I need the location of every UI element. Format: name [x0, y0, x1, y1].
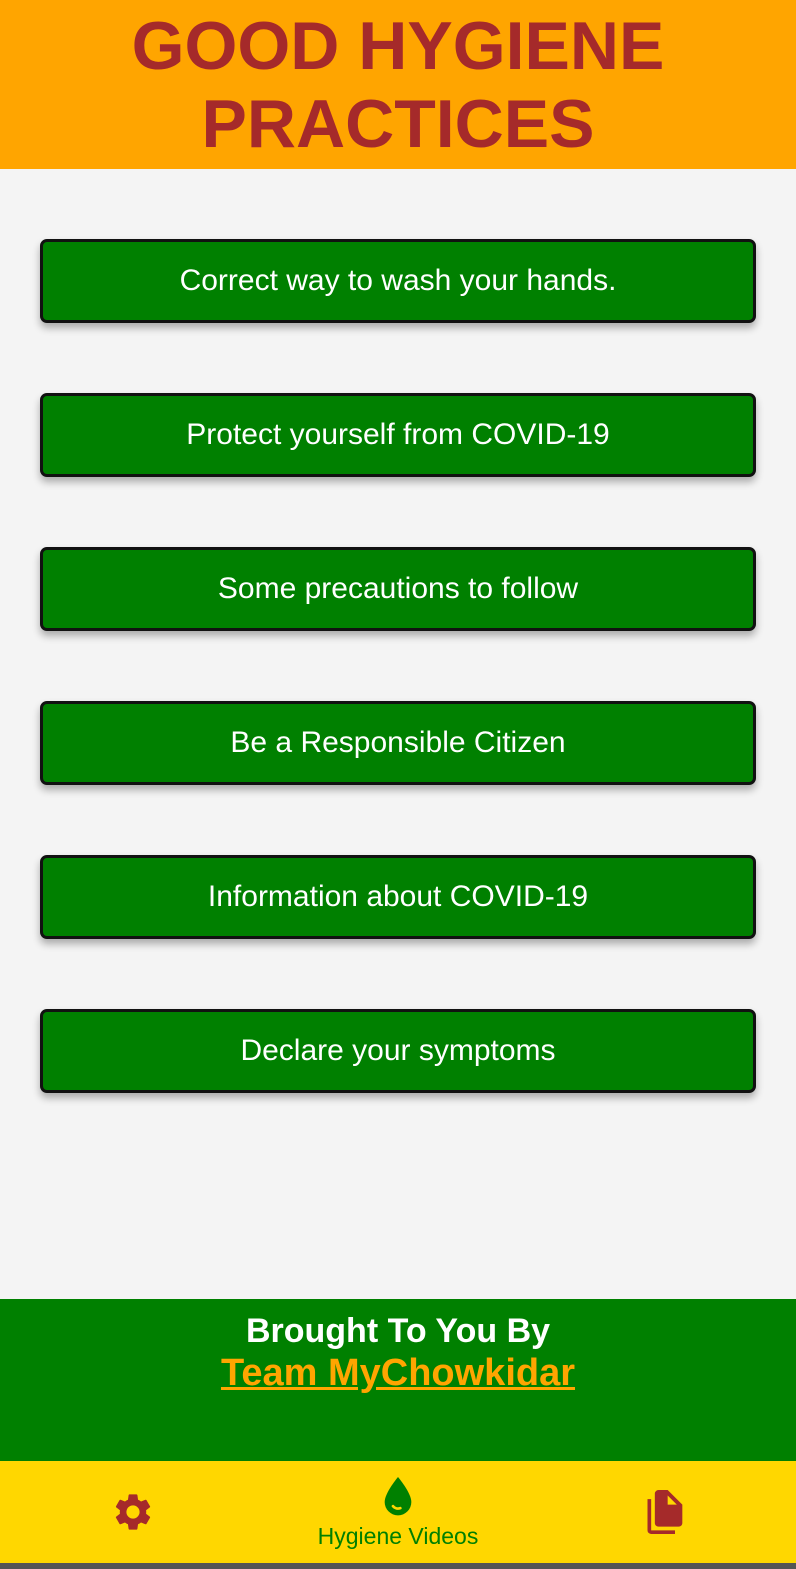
bottom-navigation: Hygiene Videos — [0, 1461, 796, 1563]
system-bar — [0, 1563, 796, 1569]
credit-banner: Brought To You By Team MyChowkidar — [0, 1299, 796, 1461]
nav-documents[interactable] — [624, 1461, 704, 1563]
declare-symptoms-button[interactable]: Declare your symptoms — [40, 1009, 756, 1093]
gear-icon — [115, 1494, 151, 1530]
responsible-citizen-button[interactable]: Be a Responsible Citizen — [40, 701, 756, 785]
app-header: GOOD HYGIENE PRACTICES — [0, 0, 796, 169]
wash-hands-button[interactable]: Correct way to wash your hands. — [40, 239, 756, 323]
water-drop-icon — [384, 1476, 412, 1515]
documents-icon — [647, 1490, 683, 1534]
nav-settings[interactable] — [93, 1461, 173, 1563]
page-title: GOOD HYGIENE PRACTICES — [131, 7, 665, 162]
protect-yourself-button[interactable]: Protect yourself from COVID-19 — [40, 393, 756, 477]
precautions-button[interactable]: Some precautions to follow — [40, 547, 756, 631]
nav-hygiene-videos-label: Hygiene Videos — [317, 1522, 479, 1549]
hygiene-menu: Correct way to wash your hands. Protect … — [40, 239, 756, 1163]
brought-by-text: Brought To You By — [245, 1312, 551, 1350]
nav-hygiene-videos[interactable]: Hygiene Videos — [298, 1461, 498, 1563]
team-link[interactable]: Team MyChowkidar — [221, 1351, 575, 1395]
covid-information-button[interactable]: Information about COVID-19 — [40, 855, 756, 939]
